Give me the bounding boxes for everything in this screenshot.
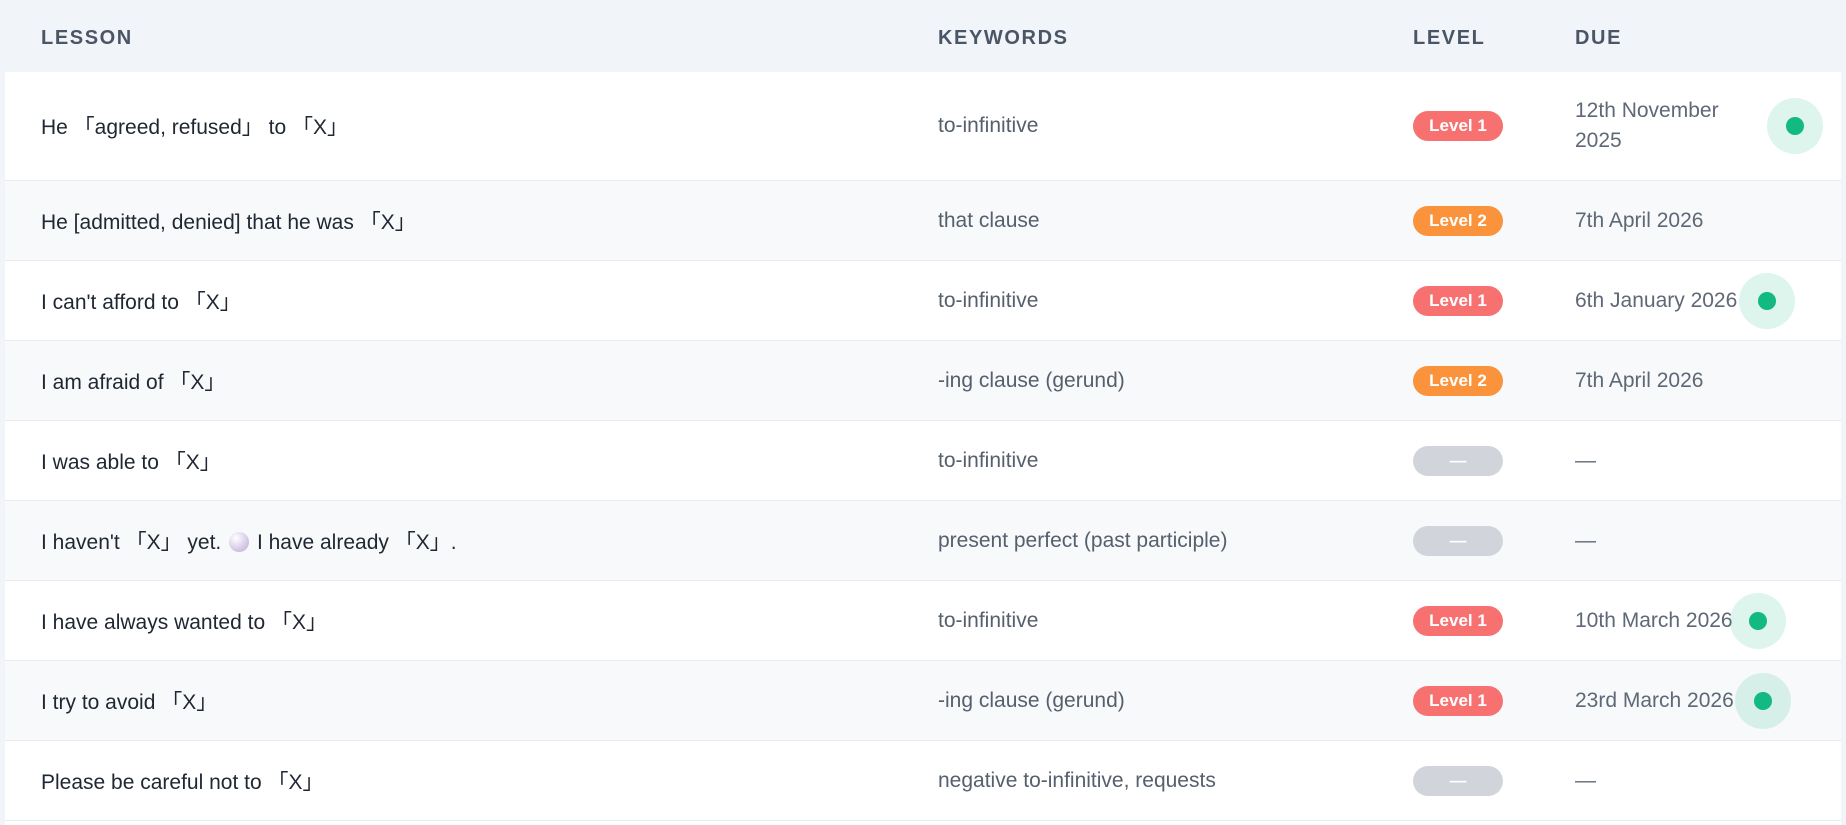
due-date: — [1575, 768, 1596, 792]
column-header-due[interactable]: DUE [1575, 27, 1622, 50]
due-date-line: 2025 [1575, 129, 1622, 152]
table-row[interactable]: I try to avoid 「X」 -ing clause (gerund) … [5, 661, 1841, 741]
due-date: 6th January 2026 [1575, 288, 1738, 312]
lesson-text: I try to avoid 「X」 [41, 690, 218, 714]
keywords-text: to-infinitive [938, 608, 1039, 632]
table-row[interactable]: I was able to 「X」 to-infinitive — — [5, 421, 1841, 501]
level-badge: Level 2 [1413, 365, 1503, 396]
due-date: 12th November 2025 [1575, 96, 1719, 156]
level-cell: Level 1 [1413, 685, 1503, 716]
level-badge: Level 1 [1413, 285, 1503, 316]
level-cell: — [1413, 525, 1503, 556]
level-cell: Level 1 [1413, 285, 1503, 316]
keywords-text: present perfect (past participle) [938, 528, 1228, 552]
due-date: 10th March 2026 [1575, 608, 1733, 632]
keywords-text: negative to-infinitive, requests [938, 768, 1216, 792]
lesson-text: I am afraid of 「X」 [41, 370, 226, 394]
level-cell: Level 2 [1413, 205, 1503, 236]
level-badge: — [1413, 525, 1503, 556]
level-badge: Level 1 [1413, 605, 1503, 636]
lessons-table: LESSON KEYWORDS LEVEL DUE He 「agreed, re… [5, 0, 1841, 825]
table-row[interactable]: I am afraid of 「X」 -ing clause (gerund) … [5, 341, 1841, 421]
lesson-text: He [admitted, denied] that he was 「X」 [41, 210, 416, 234]
status-indicator-icon[interactable] [1730, 592, 1786, 649]
keywords-text: -ing clause (gerund) [938, 368, 1125, 392]
due-date: — [1575, 528, 1596, 552]
table-row[interactable]: He 「agreed, refused」 to 「X」 to-infinitiv… [5, 72, 1841, 181]
due-date: 23rd March 2026 [1575, 688, 1734, 712]
status-indicator-icon[interactable] [1739, 272, 1795, 329]
keywords-text: -ing clause (gerund) [938, 688, 1125, 712]
level-badge: Level 1 [1413, 685, 1503, 716]
table-row[interactable]: I haven't 「X」 yet. I have already 「X」. p… [5, 501, 1841, 581]
keywords-text: that clause [938, 208, 1040, 232]
table-row[interactable]: Please be careful not to 「X」 negative to… [5, 741, 1841, 821]
column-header-lesson[interactable]: LESSON [41, 27, 133, 50]
sphere-icon [229, 531, 250, 552]
table-row[interactable]: He [admitted, denied] that he was 「X」 th… [5, 181, 1841, 261]
due-date: — [1575, 448, 1596, 472]
due-date-line: 12th November [1575, 99, 1719, 122]
lesson-text: I haven't 「X」 yet. I have already 「X」. [41, 526, 457, 556]
status-indicator-icon[interactable] [1767, 98, 1823, 154]
table-row[interactable]: I can't afford to 「X」 to-infinitive Leve… [5, 261, 1841, 341]
lesson-text-part: I have already 「X」. [256, 530, 457, 554]
lesson-text-part: I haven't 「X」 yet. [41, 530, 222, 554]
keywords-text: to-infinitive [938, 114, 1039, 137]
lesson-text: He 「agreed, refused」 to 「X」 [41, 116, 348, 139]
level-cell: Level 2 [1413, 365, 1503, 396]
status-indicator-icon[interactable] [1735, 672, 1791, 729]
level-badge: — [1413, 445, 1503, 476]
lesson-text: Please be careful not to 「X」 [41, 770, 324, 794]
keywords-text: to-infinitive [938, 448, 1039, 472]
level-cell: — [1413, 765, 1503, 796]
level-badge: Level 2 [1413, 205, 1503, 236]
due-date: 7th April 2026 [1575, 208, 1704, 232]
column-header-level[interactable]: LEVEL [1413, 27, 1485, 50]
lesson-text: I was able to 「X」 [41, 450, 221, 474]
table-row[interactable]: I have always wanted to 「X」 to-infinitiv… [5, 581, 1841, 661]
table-header: LESSON KEYWORDS LEVEL DUE [5, 0, 1841, 72]
level-cell: Level 1 [1413, 605, 1503, 636]
column-header-keywords[interactable]: KEYWORDS [938, 27, 1069, 50]
keywords-text: to-infinitive [938, 288, 1039, 312]
lesson-text: I can't afford to 「X」 [41, 290, 241, 314]
level-cell: — [1413, 445, 1503, 476]
lesson-text: I have always wanted to 「X」 [41, 610, 327, 634]
level-badge: — [1413, 765, 1503, 796]
level-badge: Level 1 [1413, 111, 1503, 141]
due-date: 7th April 2026 [1575, 368, 1704, 392]
level-cell: Level 1 [1413, 111, 1503, 141]
